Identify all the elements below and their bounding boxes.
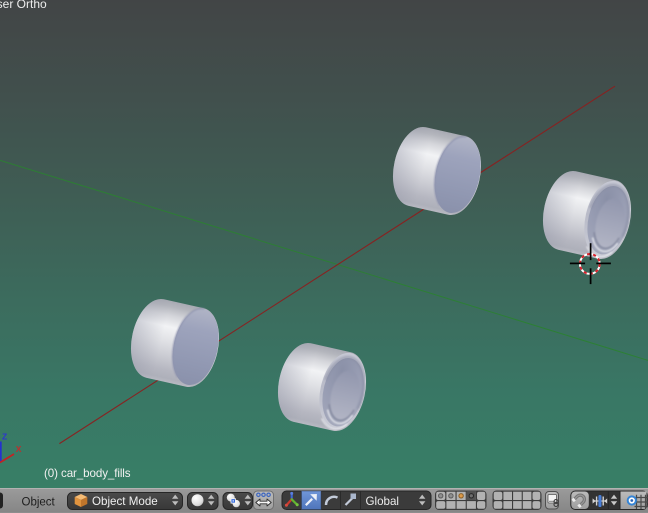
svg-text:X: X	[16, 444, 22, 454]
svg-text:Z: Z	[2, 432, 7, 442]
svg-text:Object Mode: Object Mode	[92, 495, 158, 508]
svg-text:Global: Global	[366, 495, 400, 508]
svg-text:Object: Object	[22, 497, 56, 509]
